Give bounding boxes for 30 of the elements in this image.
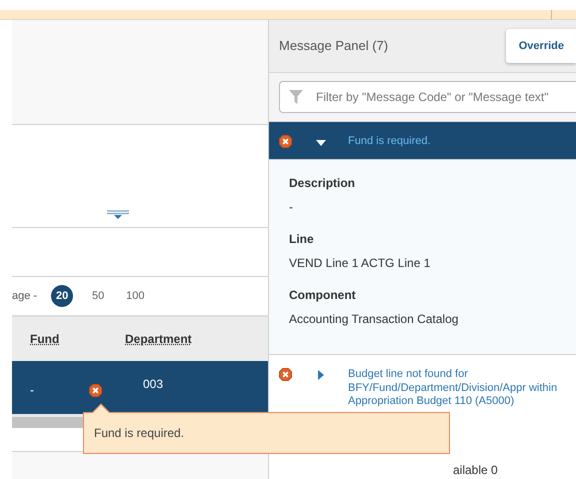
detail-value: - [289,199,294,216]
page-size-option[interactable]: 50 [87,285,110,307]
override-button[interactable]: Override [506,28,576,64]
message-item[interactable]: Fund is required. [269,122,576,160]
detail-value: Accounting Transaction Catalog [289,311,460,328]
filter-icon [289,90,303,104]
table-cell: - [30,383,34,397]
detail-label: Line [289,231,315,248]
caret-right-icon[interactable] [318,370,324,380]
message-summary: ailable 0 [453,463,498,477]
detail-label: Component [289,287,357,304]
tooltip-text: Fund is required. [94,425,184,442]
message-text: Fund is required. [348,135,432,148]
page-size-label: age - [12,288,38,304]
page-size-option[interactable]: 20 [51,285,74,307]
sort-icon[interactable] [107,210,129,219]
message-text: Budget line not found for BFY/Fund/Department/Division/Appr within Appropriation Budget 110 (A5000) [348,368,558,408]
panel-title: Message Panel (7) [279,37,388,56]
detail-value: VEND Line 1 ACTG Line 1 [289,255,432,272]
error-icon [279,368,292,382]
table-cell: 003 [143,377,164,391]
caret-down-icon[interactable] [316,140,326,146]
filter-field[interactable]: Filter by "Message Code" or "Message text" [279,81,576,114]
page-size-option[interactable]: 100 [123,285,148,307]
column-header[interactable]: Department [125,332,192,346]
error-icon [279,135,292,148]
table-row[interactable]: - 003 [12,361,268,414]
detail-label: Description [289,175,356,192]
column-header[interactable]: Fund [30,332,60,346]
message-item[interactable]: Budget line not found for BFY/Fund/Department/Division/Appr within Appropriation Budget 110 (A5000) [269,355,576,419]
